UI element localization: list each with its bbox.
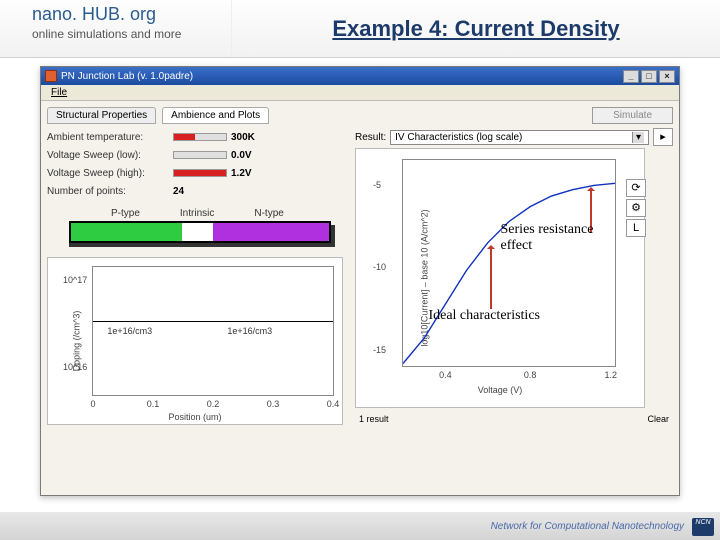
doping-line <box>93 321 333 322</box>
param-npts-value: 24 <box>173 186 184 197</box>
slide-header: nano. HUB. org online simulations and mo… <box>0 0 720 58</box>
doping-plot-area: 10^17 10^16 0 0.1 0.2 0.3 0.4 1e+16/cm3 … <box>92 266 334 396</box>
tab-row: Structural Properties Ambience and Plots… <box>47 107 673 124</box>
iv-ytick-2: -15 <box>373 345 386 355</box>
iv-plot-area: -5 -10 -15 0.4 0.8 1.2 Series resistance… <box>402 159 616 367</box>
iv-curve <box>403 160 615 372</box>
result-selector: Result: IV Characteristics (log scale) ▾… <box>355 128 673 146</box>
brand-tagline: online simulations and more <box>32 27 221 41</box>
chevron-down-icon: ▾ <box>632 132 644 143</box>
annotation-ideal: Ideal characteristics <box>428 308 608 324</box>
param-vlow-label: Voltage Sweep (low): <box>47 150 169 161</box>
vhigh-slider[interactable] <box>173 169 227 177</box>
settings-icon[interactable]: ⚙ <box>626 199 646 217</box>
ncn-badge: NCN <box>692 518 714 536</box>
legend-icon[interactable]: L <box>626 219 646 237</box>
chart-status: 1 result Clear <box>355 414 673 424</box>
doping-value-left: 1e+16/cm3 <box>107 326 152 336</box>
iv-ytick-1: -10 <box>373 262 386 272</box>
menu-file[interactable]: File <box>45 87 73 98</box>
temp-slider[interactable] <box>173 133 227 141</box>
doping-ytick-mid: 10^16 <box>63 362 87 372</box>
tab-ambience[interactable]: Ambience and Plots <box>162 107 269 124</box>
param-vlow-value: 0.0V <box>231 150 252 161</box>
doping-xtick-1: 0.1 <box>147 399 160 409</box>
doping-chart: Doping (/cm^3) 10^17 10^16 0 0.1 0.2 0.3… <box>47 257 343 425</box>
device-schematic <box>69 221 331 243</box>
left-column: Ambient temperature: 300K Voltage Sweep … <box>47 128 347 496</box>
window-content: Structural Properties Ambience and Plots… <box>41 101 679 495</box>
right-column: Result: IV Characteristics (log scale) ▾… <box>355 128 673 496</box>
doping-value-right: 1e+16/cm3 <box>227 326 272 336</box>
doping-xtick-2: 0.2 <box>207 399 220 409</box>
footer-text: Network for Computational Nanotechnology <box>491 521 684 532</box>
zoom-reset-icon[interactable]: ⟳ <box>626 179 646 197</box>
result-label: Result: <box>355 132 386 143</box>
brand-block: nano. HUB. org online simulations and mo… <box>0 0 232 57</box>
simulate-button[interactable]: Simulate <box>592 107 673 124</box>
vlow-slider[interactable] <box>173 151 227 159</box>
device-i-region <box>182 223 213 241</box>
doping-xtick-4: 0.4 <box>327 399 340 409</box>
result-value: IV Characteristics (log scale) <box>395 132 522 143</box>
close-button[interactable]: × <box>659 70 675 83</box>
brand-logo: nano. HUB. org <box>32 4 221 25</box>
region-p: P-type <box>111 208 140 219</box>
param-vhigh-value: 1.2V <box>231 168 252 179</box>
status-result-count: 1 result <box>359 414 389 424</box>
annotation-series: Series resistance effect <box>501 222 621 254</box>
arrow-ideal <box>490 247 492 309</box>
window-titlebar[interactable]: PN Junction Lab (v. 1.0padre) _ □ × <box>41 67 679 85</box>
clear-button[interactable]: Clear <box>647 414 669 424</box>
window-title: PN Junction Lab (v. 1.0padre) <box>61 71 193 82</box>
slide-title: Example 4: Current Density <box>232 0 720 57</box>
app-window: PN Junction Lab (v. 1.0padre) _ □ × File… <box>40 66 680 496</box>
param-npts-label: Number of points: <box>47 186 169 197</box>
iv-ytick-0: -5 <box>373 180 381 190</box>
menubar: File <box>41 85 679 101</box>
next-result-button[interactable]: ▸ <box>653 128 673 146</box>
tab-structural[interactable]: Structural Properties <box>47 107 156 124</box>
iv-xlabel: Voltage (V) <box>356 385 644 395</box>
doping-xtick-3: 0.3 <box>267 399 280 409</box>
device-p-region <box>71 223 182 241</box>
slide-footer: Network for Computational Nanotechnology… <box>0 512 720 540</box>
region-i: Intrinsic <box>180 208 214 219</box>
doping-ytick-max: 10^17 <box>63 275 87 285</box>
iv-chart: log10[Current] – base 10 (A/cm^2) -5 -10… <box>355 148 645 408</box>
maximize-button[interactable]: □ <box>641 70 657 83</box>
app-icon <box>45 70 57 82</box>
result-combo[interactable]: IV Characteristics (log scale) ▾ <box>390 130 649 145</box>
param-temp-label: Ambient temperature: <box>47 132 169 143</box>
minimize-button[interactable]: _ <box>623 70 639 83</box>
region-n: N-type <box>254 208 283 219</box>
device-n-region <box>213 223 329 241</box>
chart-toolbar: ⟳ ⚙ L <box>626 179 646 237</box>
region-labels: P-type Intrinsic N-type <box>111 208 347 219</box>
doping-xlabel: Position (um) <box>48 412 342 422</box>
doping-xtick-0: 0 <box>90 399 95 409</box>
param-vhigh-label: Voltage Sweep (high): <box>47 168 169 179</box>
param-temp-value: 300K <box>231 132 255 143</box>
